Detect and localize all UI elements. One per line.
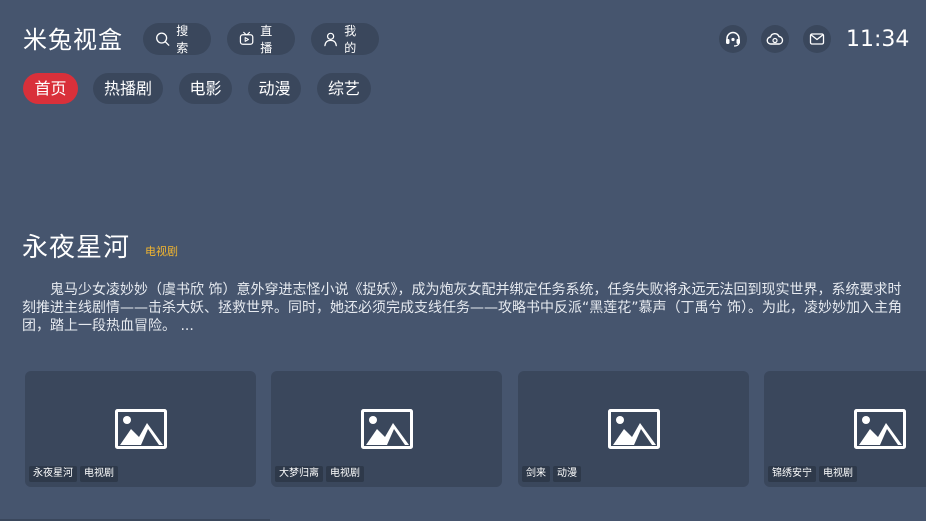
tab-movie[interactable]: 电影: [179, 73, 232, 104]
cloud-sync-button[interactable]: [761, 25, 789, 53]
featured-description: 鬼马少女凌妙妙（虞书欣 饰）意外穿进志怪小说《捉妖》，成为炮灰女配并绑定任务系统…: [22, 282, 902, 334]
message-button[interactable]: [803, 25, 831, 53]
profile-button[interactable]: 我的: [311, 23, 379, 55]
image-placeholder-icon: [115, 409, 167, 449]
media-card[interactable]: 锦绣安宁 电视剧: [764, 371, 926, 487]
search-button-label: 搜索: [176, 24, 189, 55]
user-icon: [324, 32, 337, 47]
headset-icon: [726, 31, 740, 47]
tab-anime[interactable]: 动漫: [248, 73, 301, 104]
media-card[interactable]: 永夜星河 电视剧: [25, 371, 256, 487]
card-category: 电视剧: [326, 466, 364, 482]
card-label: 永夜星河 电视剧: [29, 466, 118, 482]
card-label: 大梦归离 电视剧: [275, 466, 364, 482]
media-card[interactable]: 剑来 动漫: [518, 371, 749, 487]
live-button[interactable]: 直播: [227, 23, 295, 55]
app-title: 米兔视盒: [23, 26, 123, 54]
card-label: 剑来 动漫: [522, 466, 581, 482]
tab-hot-series[interactable]: 热播剧: [93, 73, 163, 104]
image-placeholder-icon: [361, 409, 413, 449]
mail-icon: [809, 33, 825, 45]
live-button-label: 直播: [260, 24, 273, 55]
tab-home[interactable]: 首页: [23, 73, 78, 104]
card-category: 电视剧: [819, 466, 857, 482]
search-button[interactable]: 搜索: [143, 23, 211, 55]
card-category: 动漫: [553, 466, 581, 482]
card-title: 锦绣安宁: [768, 466, 816, 482]
profile-button-label: 我的: [344, 24, 357, 55]
card-title: 剑来: [522, 466, 550, 482]
clock: 11:34: [846, 27, 910, 52]
card-title: 永夜星河: [29, 466, 77, 482]
card-label: 锦绣安宁 电视剧: [768, 466, 857, 482]
tv-icon: [239, 31, 254, 45]
customer-service-button[interactable]: [719, 25, 747, 53]
media-card[interactable]: 大梦归离 电视剧: [271, 371, 502, 487]
image-placeholder-icon: [854, 409, 906, 449]
card-title: 大梦归离: [275, 466, 323, 482]
cloud-icon: [766, 33, 784, 45]
image-placeholder-icon: [608, 409, 660, 449]
card-category: 电视剧: [80, 466, 118, 482]
tab-variety[interactable]: 综艺: [317, 73, 371, 104]
search-icon: [156, 32, 170, 46]
tv-home-screen: 米兔视盒 搜索 直播 我的 11:34 首页 热播剧 电影 动漫 综艺 永夜星河…: [0, 0, 926, 521]
featured-title: 永夜星河: [22, 233, 131, 263]
featured-tag: 电视剧: [145, 245, 178, 258]
